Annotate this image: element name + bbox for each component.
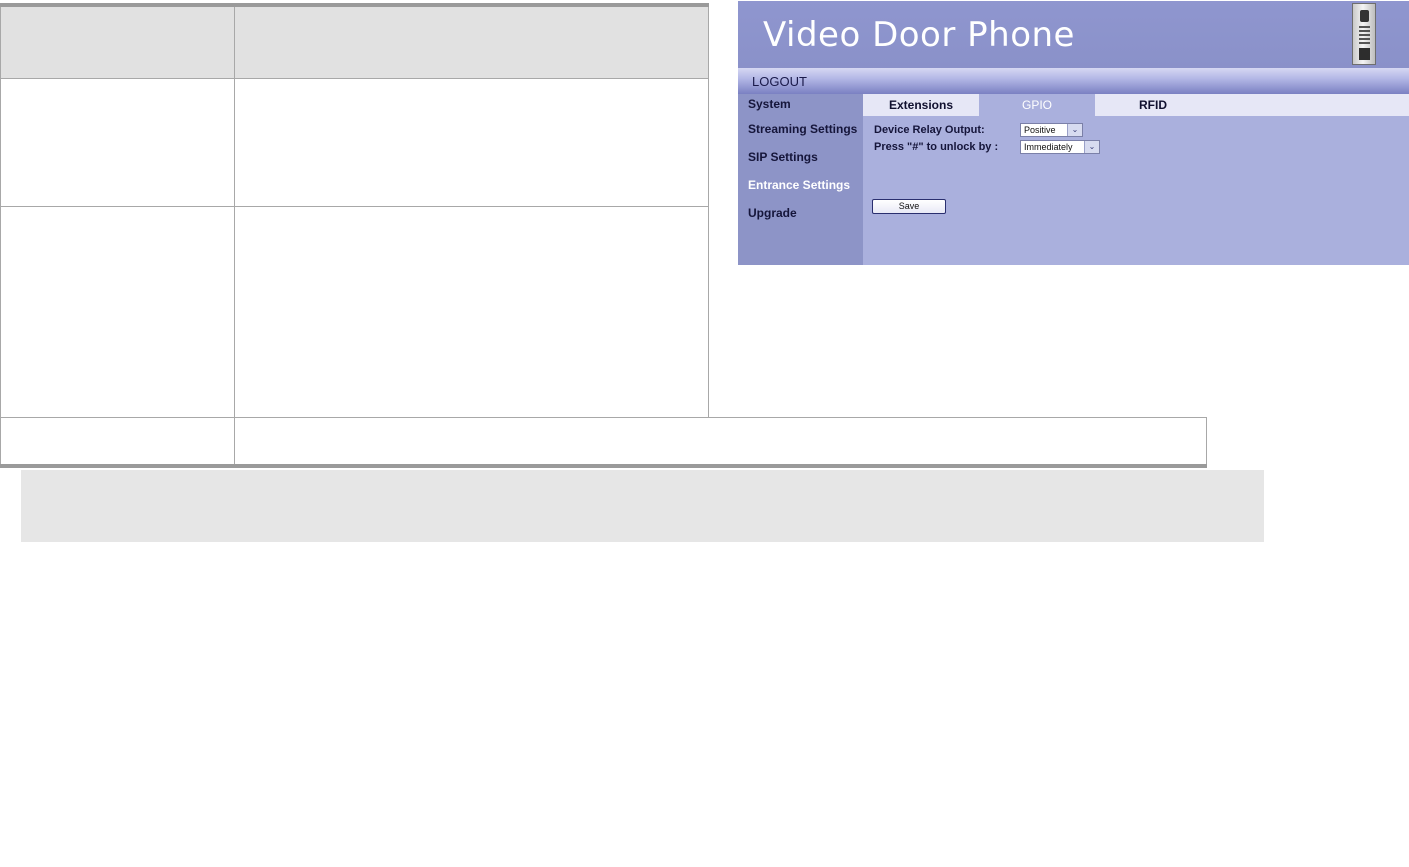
relay-output-value: Positive — [1024, 125, 1056, 135]
keypad — [1359, 26, 1370, 44]
table-row-divider — [0, 417, 1207, 418]
door-phone-device-icon — [1352, 3, 1376, 65]
save-button[interactable]: Save — [872, 199, 946, 214]
rfid-panel — [1359, 48, 1370, 60]
sidebar: System Streaming Settings SIP Settings E… — [738, 94, 863, 265]
logout-link[interactable]: LOGOUT — [752, 74, 807, 89]
chevron-down-icon[interactable]: ⌄ — [1067, 124, 1082, 136]
table-column-divider — [234, 7, 235, 465]
table-header-row — [0, 7, 709, 78]
unlock-by-label: Press "#" to unlock by : — [874, 141, 999, 153]
relay-output-select[interactable]: Positive ⌄ — [1020, 123, 1083, 137]
note-band — [21, 470, 1264, 542]
sidebar-item-entrance-settings[interactable]: Entrance Settings — [748, 178, 850, 192]
app-title: Video Door Phone — [763, 15, 1075, 55]
app-header: Video Door Phone — [738, 1, 1409, 68]
table-row-divider — [0, 78, 709, 79]
unlock-by-select[interactable]: Immediately ⌄ — [1020, 140, 1100, 154]
tab-rfid[interactable]: RFID — [1095, 94, 1211, 116]
sidebar-item-sip-settings[interactable]: SIP Settings — [748, 150, 818, 164]
table-row-divider — [0, 206, 709, 207]
sidebar-item-system[interactable]: System — [748, 97, 791, 111]
table-bottom-rule — [0, 464, 1207, 468]
table-border-right-last-row — [1206, 418, 1207, 465]
chevron-down-icon[interactable]: ⌄ — [1084, 141, 1099, 153]
tab-extensions[interactable]: Extensions — [863, 94, 979, 116]
table-border-right — [708, 7, 709, 418]
tab-gpio[interactable]: GPIO — [979, 94, 1095, 116]
sidebar-item-streaming-settings[interactable]: Streaming Settings — [748, 122, 857, 136]
relay-output-label: Device Relay Output: — [874, 124, 985, 136]
camera-lens — [1360, 10, 1369, 22]
logout-bar: LOGOUT — [738, 68, 1409, 94]
unlock-by-value: Immediately — [1024, 142, 1073, 152]
tab-bar: Extensions GPIO RFID — [863, 94, 1409, 116]
sidebar-item-upgrade[interactable]: Upgrade — [748, 206, 797, 220]
table-border-left — [0, 7, 1, 465]
video-door-phone-window: Video Door Phone LOGOUT System Streaming… — [738, 1, 1409, 265]
gpio-settings-panel: Device Relay Output: Positive ⌄ Press "#… — [863, 116, 1409, 265]
